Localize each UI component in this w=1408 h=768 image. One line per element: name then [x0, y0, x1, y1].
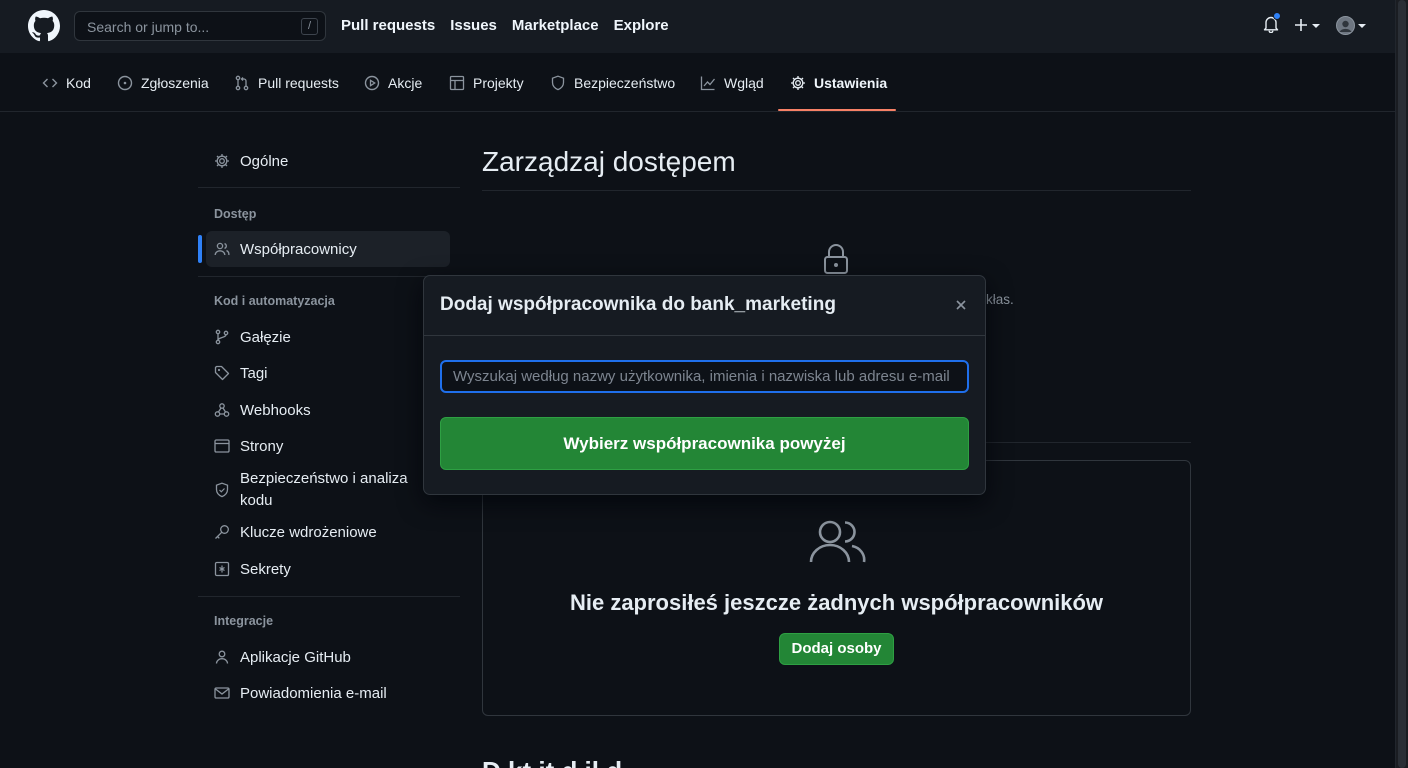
tab-settings[interactable]: Ustawienia [790, 53, 887, 112]
github-logo-icon[interactable] [28, 10, 60, 42]
add-collaborator-dialog: Dodaj współpracownika do bank_marketing … [423, 275, 986, 495]
top-nav: Pull requests Issues Marketplace Explore [341, 17, 669, 34]
sidebar-item-github-apps[interactable]: Aplikacje GitHub [206, 639, 450, 675]
active-tab-underline [778, 109, 896, 111]
plus-dropdown-caret-icon[interactable] [1312, 24, 1320, 28]
tab-label: Akcje [388, 74, 423, 91]
branch-icon [215, 329, 229, 345]
graph-icon [700, 76, 716, 90]
background-text-fragment: kłas. [986, 292, 1014, 307]
sidebar-item-label: Gałęzie [240, 328, 291, 346]
close-icon[interactable] [953, 297, 969, 313]
nav-explore[interactable]: Explore [614, 17, 669, 34]
empty-state-title: Nie zaprosiłeś jeszcze żadnych współprac… [569, 590, 1104, 615]
sidebar-item-collaborators[interactable]: Współpracownicy [206, 231, 450, 267]
sidebar-item-label: Strony [240, 437, 284, 455]
tab-label: Wgląd [724, 74, 764, 91]
add-people-button[interactable]: Dodaj osoby [779, 633, 894, 665]
scrollbar-thumb[interactable] [1398, 0, 1406, 768]
page-title: Zarządzaj dostępem [482, 146, 736, 177]
play-icon [364, 75, 380, 90]
sidebar-item-label: Powiadomienia e-mail [240, 684, 387, 702]
tab-label: Bezpieczeństwo [574, 74, 676, 91]
dialog-divider [424, 335, 985, 336]
tab-label: Pull requests [258, 74, 339, 91]
dialog-title: Dodaj współpracownika do bank_marketing [440, 294, 836, 315]
notification-dot [1273, 12, 1281, 20]
sidebar-item-deploy-keys[interactable]: Klucze wdrożeniowe [206, 514, 450, 550]
shield-icon [215, 482, 229, 498]
next-section-title: D kt it d il d [482, 756, 622, 768]
sidebar-item-label: Aplikacje GitHub [240, 648, 351, 666]
sidebar-item-tags[interactable]: Tagi [206, 355, 450, 391]
tab-code[interactable]: Kod [42, 53, 91, 112]
pull-request-icon [235, 75, 249, 90]
sidebar-divider [198, 276, 460, 277]
tab-projects[interactable]: Projekty [449, 53, 524, 112]
avatar[interactable] [1336, 16, 1355, 35]
sidebar-item-pages[interactable]: Strony [206, 428, 450, 464]
sidebar-item-general[interactable]: Ogólne [206, 143, 450, 179]
nav-issues[interactable]: Issues [450, 17, 497, 34]
sidebar-item-label: Klucze wdrożeniowe [240, 523, 377, 541]
nav-pull-requests[interactable]: Pull requests [341, 17, 435, 34]
sidebar-active-indicator [198, 235, 202, 263]
tab-actions[interactable]: Akcje [364, 53, 422, 112]
gear-icon [215, 154, 229, 168]
page-scrollbar[interactable] [1395, 0, 1408, 768]
tab-security[interactable]: Bezpieczeństwo [550, 53, 675, 112]
webhook-icon [214, 403, 230, 417]
plus-icon[interactable] [1294, 18, 1308, 32]
sidebar-heading-integrations: Integracje [214, 614, 274, 628]
title-divider [482, 190, 1191, 191]
people-icon [808, 518, 866, 564]
table-icon [449, 75, 465, 90]
tag-icon [214, 365, 230, 381]
sidebar-heading-access: Dostęp [214, 207, 257, 221]
tab-label: Projekty [473, 74, 524, 91]
browser-icon [214, 439, 230, 453]
select-collaborator-button[interactable]: Wybierz współpracownika powyżej [440, 417, 969, 470]
search-placeholder: Search or jump to... [87, 19, 210, 35]
sidebar-item-label: Ogólne [240, 152, 289, 170]
sidebar-item-label: Tagi [240, 364, 268, 382]
secret-icon [214, 561, 230, 577]
sidebar-divider [198, 187, 460, 188]
tab-insights[interactable]: Wgląd [700, 53, 764, 112]
shield-icon [551, 75, 565, 90]
global-header: Search or jump to... / Pull requests Iss… [0, 0, 1395, 53]
gear-icon [791, 75, 805, 90]
search-input[interactable]: Search or jump to... / [74, 11, 326, 41]
sidebar-item-label: Webhooks [240, 401, 311, 419]
tab-pull-requests[interactable]: Pull requests [234, 53, 339, 112]
sidebar-item-label: Bezpieczeństwo i analiza kodu [240, 470, 408, 509]
lock-icon [823, 243, 849, 275]
people-icon [214, 242, 230, 256]
apps-icon [215, 650, 229, 664]
sidebar-item-webhooks[interactable]: Webhooks [206, 392, 450, 428]
issue-icon [117, 75, 133, 90]
tab-issues[interactable]: Zgłoszenia [117, 53, 209, 112]
sidebar-item-secrets[interactable]: Sekrety [206, 551, 450, 587]
sidebar-item-email-notifications[interactable]: Powiadomienia e-mail [206, 675, 450, 711]
sidebar-item-code-security[interactable]: Bezpieczeństwo i analiza kodu [206, 466, 450, 514]
tab-label: Kod [66, 74, 91, 91]
avatar-dropdown-caret-icon[interactable] [1358, 24, 1366, 28]
sidebar-item-branches[interactable]: Gałęzie [206, 319, 450, 355]
key-icon [215, 525, 229, 539]
sidebar-divider [198, 596, 460, 597]
nav-marketplace[interactable]: Marketplace [512, 17, 599, 34]
sidebar-item-label: Współpracownicy [240, 240, 357, 258]
repo-nav: Kod Zgłoszenia Pull requests Akcje Proje… [0, 53, 1395, 112]
mail-icon [214, 687, 230, 699]
code-icon [42, 78, 58, 87]
tab-label: Ustawienia [814, 74, 888, 91]
tab-label: Zgłoszenia [141, 74, 209, 91]
sidebar-item-label: Sekrety [240, 560, 291, 578]
collaborator-search-input[interactable] [440, 360, 969, 393]
search-shortcut-key: / [301, 18, 318, 35]
sidebar-heading-code: Kod i automatyzacja [214, 294, 335, 308]
section-divider [986, 442, 1191, 443]
collaborators-empty-box [482, 460, 1191, 716]
